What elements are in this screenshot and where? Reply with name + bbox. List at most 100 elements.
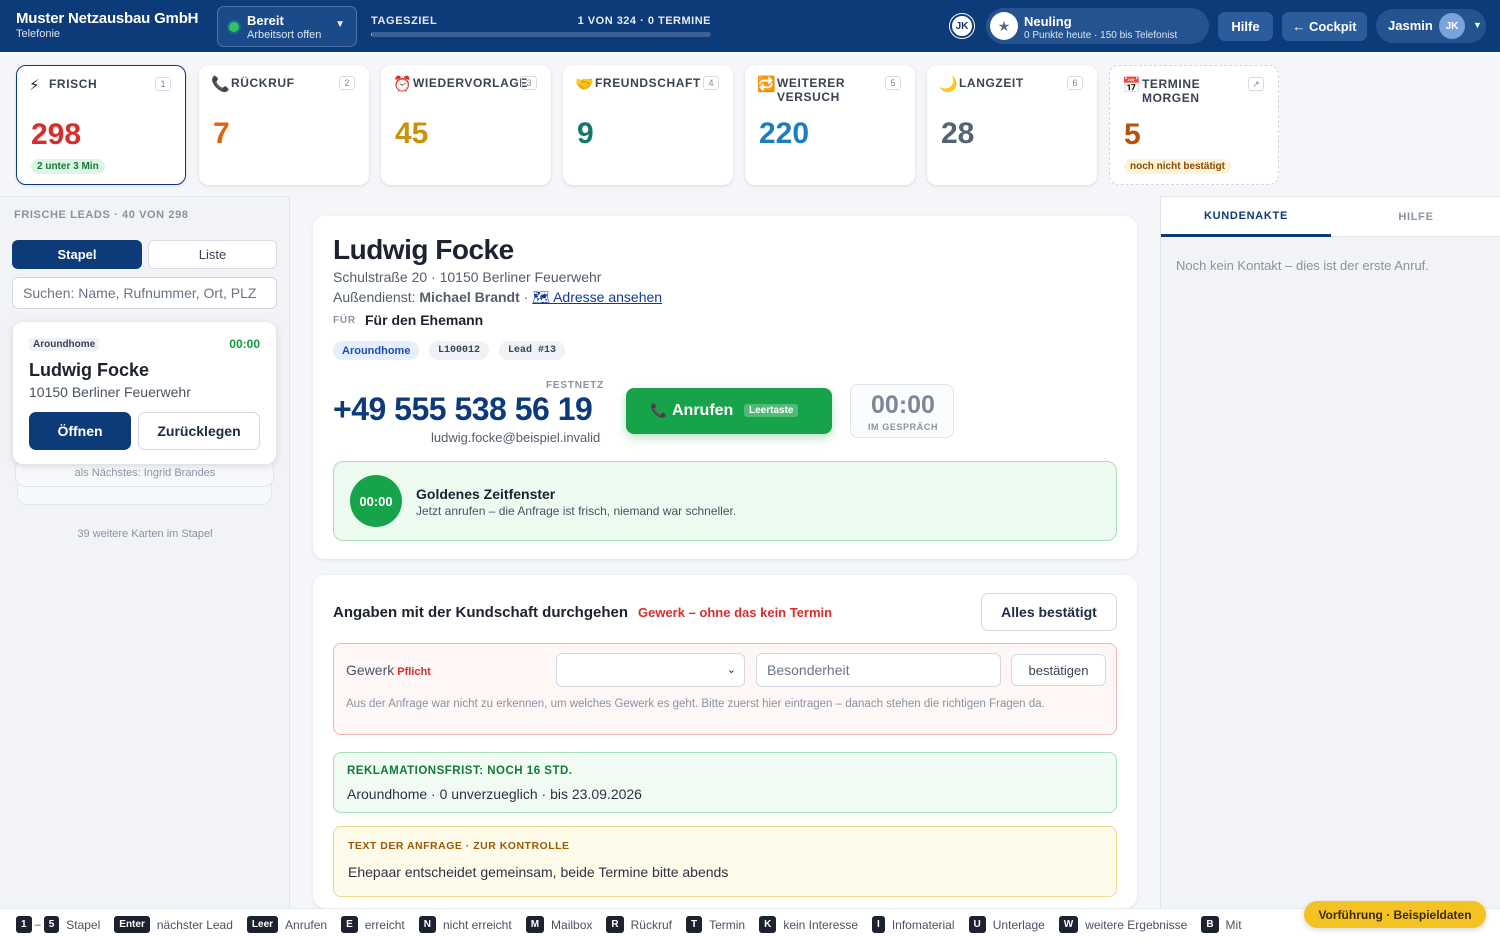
- shortcut-key: 5: [43, 916, 60, 933]
- daily-goal-progress: [371, 32, 711, 37]
- details-warning: Gewerk – ohne das kein Termin: [638, 605, 833, 620]
- stack-title: FRISCH: [49, 77, 98, 91]
- status-sub: Arbeitsort offen: [247, 29, 322, 41]
- lead-id-tag: L100012: [429, 341, 490, 360]
- field-service: Außendienst: Michael Brandt · 🗺 Adresse …: [333, 289, 662, 306]
- stack-card-freundschaft[interactable]: 🤝 FREUNDSCHAFT 4 9: [563, 65, 733, 185]
- shortcut-label: Stapel: [66, 917, 101, 932]
- stack-shortcut-key: 3: [521, 76, 537, 90]
- shortcut-label: kein Interesse: [783, 917, 859, 932]
- golden-window-title: Goldenes Zeitfenster: [416, 486, 556, 502]
- customer-address: Schulstraße 20 · 10150 Berliner Feuerweh…: [333, 269, 602, 285]
- daily-goal-label: TAGESZIEL: [371, 15, 438, 27]
- lightning-icon: ⚡: [29, 77, 40, 94]
- view-address-link[interactable]: 🗺 Adresse ansehen: [532, 289, 662, 305]
- status-label: Bereit: [247, 13, 284, 28]
- stack-card-rückruf[interactable]: 📞 RÜCKRUF 2 7: [199, 65, 369, 185]
- lead-city: 10150 Berliner Feuerwehr: [29, 384, 191, 400]
- shortcut-label: Anrufen: [285, 917, 328, 932]
- confirm-gewerk-button[interactable]: bestätigen: [1011, 654, 1106, 686]
- stack-count: 9: [577, 117, 594, 150]
- daily-goal-progress-fill: [371, 32, 373, 37]
- help-button[interactable]: Hilfe: [1218, 12, 1273, 41]
- gewerk-section: GewerkPflicht ⌄ bestätigen Aus der Anfra…: [333, 643, 1117, 735]
- handshake-icon: 🤝: [575, 76, 594, 93]
- tab-liste[interactable]: Liste: [148, 240, 277, 269]
- top-bar: Muster Netzausbau GmbH Telefonie Bereit …: [0, 0, 1500, 52]
- level-points: 0 Punkte heute · 150 bis Telefonist: [1024, 30, 1178, 41]
- call-button[interactable]: 📞 Anrufen Leertaste: [626, 388, 832, 434]
- gewerk-label-text: Gewerk: [346, 662, 395, 678]
- stack-title: WIEDERVORLAGE: [413, 76, 528, 90]
- customer-email: ludwig.focke@beispiel.invalid: [431, 430, 601, 445]
- tab-help[interactable]: HILFE: [1331, 197, 1500, 237]
- stack-card-termine-morgen[interactable]: 📅 TERMINE MORGEN ↗ 5 noch nicht bestätigt: [1109, 65, 1279, 185]
- confirm-all-button[interactable]: Alles bestätigt: [981, 593, 1117, 631]
- golden-window-timer: 00:00: [350, 475, 402, 527]
- user-menu[interactable]: Jasmin JK ▼: [1376, 9, 1486, 43]
- call-timer-value: 00:00: [871, 391, 935, 419]
- customer-name: Ludwig Focke: [333, 234, 514, 265]
- details-panel: Angaben mit der Kundschaft durchgehen Ge…: [313, 575, 1137, 908]
- shortcut-label: Rückruf: [630, 917, 672, 932]
- stack-card-wiedervorlage[interactable]: ⏰ WIEDERVORLAGE 3 45: [381, 65, 551, 185]
- shortcut-key: U: [968, 916, 986, 933]
- chevron-down-icon: ⌄: [726, 664, 736, 676]
- put-back-button[interactable]: Zurücklegen: [138, 412, 260, 450]
- initials-badge[interactable]: JK: [950, 14, 974, 38]
- brand: Muster Netzausbau GmbH Telefonie: [16, 10, 198, 40]
- stack-card-frisch[interactable]: ⚡ FRISCH 1 298 2 unter 3 Min: [16, 65, 186, 185]
- complaint-deadline-title: REKLAMATIONSFRIST: NOCH 16 STD.: [347, 765, 573, 777]
- phone-number[interactable]: +49 555 538 56 19: [333, 391, 593, 428]
- lead-timer: 00:00: [229, 337, 260, 351]
- shortcut-label: Unterlage: [992, 917, 1045, 932]
- gewerk-hint: Aus der Anfrage war nicht zu erkennen, u…: [346, 698, 1045, 710]
- stack-shortcut-key: ↗: [1248, 77, 1264, 91]
- lead-list-panel: FRISCHE LEADS · 40 VON 298 Stapel Liste …: [0, 196, 290, 908]
- shortcut-key: Enter: [114, 916, 150, 933]
- source-tag: Aroundhome: [333, 341, 420, 360]
- tab-customer-file[interactable]: KUNDENAKTE: [1161, 197, 1331, 237]
- details-title: Angaben mit der Kundschaft durchgehen: [333, 604, 629, 621]
- gewerk-select[interactable]: ⌄: [556, 653, 745, 687]
- stack-title: WEITERER VERSUCH: [777, 76, 846, 104]
- lead-list-header: FRISCHE LEADS · 40 VON 298: [14, 209, 189, 221]
- search-input[interactable]: [12, 277, 277, 309]
- special-input[interactable]: [756, 653, 1001, 687]
- stack-shortcut-key: 4: [703, 76, 719, 90]
- separator: ·: [519, 289, 533, 305]
- user-name: Jasmin: [1388, 18, 1433, 33]
- stack-card-weiterer-versuch[interactable]: 🔁 WEITERER VERSUCH 5 220: [745, 65, 915, 185]
- phone-icon: 📞: [211, 76, 230, 93]
- request-text: Ehepaar entscheidet gemeinsam, beide Ter…: [348, 864, 729, 880]
- tab-stapel[interactable]: Stapel: [12, 240, 142, 269]
- stack-title: TERMINE MORGEN: [1142, 77, 1201, 105]
- stack-count: 28: [941, 117, 975, 150]
- cockpit-button[interactable]: ← Cockpit: [1282, 12, 1367, 41]
- complaint-deadline-box: REKLAMATIONSFRIST: NOCH 16 STD. Aroundho…: [333, 752, 1117, 813]
- customer-panel: Ludwig Focke Schulstraße 20 · 10150 Berl…: [313, 216, 1137, 559]
- complaint-deadline-text: Aroundhome · 0 unverzueglich · bis 23.09…: [347, 786, 642, 802]
- level-badge[interactable]: ★ Neuling 0 Punkte heute · 150 bis Telef…: [986, 8, 1209, 44]
- shortcut-bar: 1–5 Stapel Enter nächster Lead Leer Anrufen E…: [0, 908, 1500, 940]
- field-service-name: Michael Brandt: [419, 289, 520, 305]
- alarm-clock-icon: ⏰: [393, 76, 412, 93]
- shortcut-key: B: [1201, 916, 1219, 933]
- call-timer: 00:00 IM GESPRÄCH: [850, 384, 954, 438]
- field-service-label: Außendienst:: [333, 289, 420, 305]
- shortcut-label: Mit: [1225, 917, 1242, 932]
- shortcut-label: Termin: [709, 917, 746, 932]
- shortcut-label: erreicht: [364, 917, 405, 932]
- stack-card-langzeit[interactable]: 🌙 LANGZEIT 6 28: [927, 65, 1097, 185]
- lead-card[interactable]: Aroundhome 00:00 Ludwig Focke 10150 Berl…: [13, 322, 276, 464]
- shortcut-label: Mailbox: [551, 917, 593, 932]
- app-name: Telefonie: [16, 28, 61, 40]
- empty-history-text: Noch kein Kontakt – dies ist der erste A…: [1176, 258, 1429, 273]
- open-button[interactable]: Öffnen: [29, 412, 131, 450]
- status-select[interactable]: Bereit Arbeitsort offen ▼: [217, 6, 357, 47]
- chevron-down-icon: ▼: [335, 19, 345, 30]
- request-text-box: TEXT DER ANFRAGE · ZUR KONTROLLE Ehepaar…: [333, 826, 1117, 897]
- stack-shortcut-key: 5: [885, 76, 901, 90]
- status-dot-icon: [229, 22, 239, 32]
- for-value: Für den Ehemann: [365, 312, 484, 328]
